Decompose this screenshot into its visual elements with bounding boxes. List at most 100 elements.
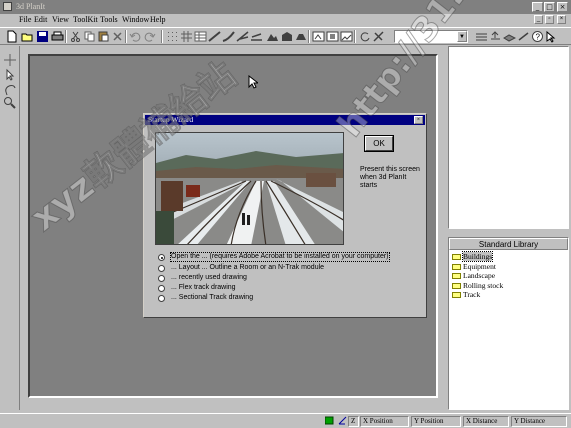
turnout-icon[interactable]: [236, 30, 249, 43]
option-label: ... recently used drawing: [171, 274, 247, 281]
app-icon[interactable]: [3, 2, 12, 11]
toolbar-separator: [125, 30, 127, 43]
object-icon[interactable]: [294, 30, 307, 43]
library-item-landscape[interactable]: Landscape: [449, 271, 568, 281]
radio-button[interactable]: [158, 265, 165, 272]
layer-select[interactable]: ▼: [394, 30, 468, 43]
table-icon[interactable]: [194, 30, 207, 43]
radio-button[interactable]: [158, 275, 165, 282]
layer-up-icon[interactable]: [489, 30, 502, 43]
menu-window[interactable]: Window: [122, 15, 149, 24]
layer-icon[interactable]: [503, 30, 516, 43]
startup-wizard-dialog: Startup Wizard × OK Present this screen …: [143, 113, 427, 318]
library-item-rolling-stock[interactable]: Rolling stock: [449, 281, 568, 291]
toolbar-separator: [161, 30, 163, 43]
option-sectional-track[interactable]: ... Sectional Track drawing: [158, 294, 398, 303]
redo-icon[interactable]: [143, 30, 156, 43]
straight-track-icon[interactable]: [208, 30, 221, 43]
left-tool-strip: [0, 46, 20, 410]
pointer-icon[interactable]: [3, 68, 17, 82]
menu-toolkit[interactable]: ToolKit: [73, 15, 98, 24]
option-open-manual[interactable]: Open the ... (requires Adobe Acrobat to …: [158, 252, 398, 262]
folder-icon: [452, 263, 461, 270]
zoom-icon[interactable]: [3, 96, 17, 110]
library-item-buildings[interactable]: Buildings: [449, 251, 568, 262]
open-folder-icon[interactable]: [21, 30, 34, 43]
option-label: Open the ... (requires Adobe Acrobat to …: [170, 252, 390, 262]
option-label: ... Layout ... Outline a Room or an N-Tr…: [171, 264, 325, 271]
option-new-layout[interactable]: ... Layout ... Outline a Room or an N-Tr…: [158, 264, 398, 273]
mdi-close-button[interactable]: ×: [557, 15, 566, 24]
cut-icon[interactable]: [69, 30, 82, 43]
present-on-start-checkbox-label[interactable]: Present this screen when 3d PlanIt start…: [360, 166, 424, 190]
flex-track-icon[interactable]: [250, 30, 263, 43]
ok-button[interactable]: OK: [364, 135, 394, 152]
x-position: X Position: [360, 416, 409, 427]
snap-icon[interactable]: [323, 416, 334, 427]
minimize-button[interactable]: _: [532, 2, 543, 12]
dropdown-arrow-icon[interactable]: ▼: [457, 31, 467, 42]
svg-text:?: ?: [536, 33, 541, 42]
curved-track-icon[interactable]: [222, 30, 235, 43]
toolbar-separator: [308, 30, 310, 43]
toolbar-separator: [65, 30, 67, 43]
option-label: ... Sectional Track drawing: [171, 294, 254, 301]
toolbar: ▼ ?: [0, 27, 571, 45]
y-distance: Y Distance: [511, 416, 567, 427]
align-icon[interactable]: [475, 30, 488, 43]
save-icon[interactable]: [36, 30, 49, 43]
view-image-icon[interactable]: [340, 30, 353, 43]
library-item-label: Landscape: [463, 271, 496, 280]
new-file-icon[interactable]: [5, 30, 18, 43]
menu-help[interactable]: Help: [150, 15, 166, 24]
library-title[interactable]: Standard Library: [449, 238, 568, 250]
preview-panel[interactable]: [448, 46, 569, 229]
maximize-button[interactable]: □: [544, 2, 555, 12]
menu-edit[interactable]: Edit: [34, 15, 47, 24]
context-help-icon[interactable]: [545, 30, 558, 43]
terrain-icon[interactable]: [266, 30, 279, 43]
dialog-close-button[interactable]: ×: [414, 116, 423, 124]
option-flex-track[interactable]: ... Flex track drawing: [158, 284, 398, 293]
option-label: ... Flex track drawing: [171, 284, 236, 291]
axis-icon[interactable]: [336, 416, 347, 427]
menu-view[interactable]: View: [52, 15, 69, 24]
menu-bar: File Edit View ToolKit Tools Window Help…: [0, 14, 571, 27]
library-item-equipment[interactable]: Equipment: [449, 262, 568, 272]
library-item-label: Track: [463, 290, 481, 299]
mdi-restore-button[interactable]: ▫: [545, 15, 554, 24]
print-icon[interactable]: [51, 30, 64, 43]
crosshair-icon[interactable]: [3, 53, 17, 67]
view-plan-icon[interactable]: [326, 30, 339, 43]
toolbar-separator: [354, 30, 356, 43]
lasso-icon[interactable]: [3, 82, 17, 96]
folder-icon: [452, 273, 461, 279]
option-recent-drawing[interactable]: ... recently used drawing: [158, 274, 398, 283]
library-item-track[interactable]: Track: [449, 290, 568, 300]
grid-dots-icon[interactable]: [166, 30, 179, 43]
x-distance: X Distance: [463, 416, 509, 427]
close-button[interactable]: ×: [557, 2, 568, 12]
mdi-minimize-button[interactable]: _: [534, 15, 543, 24]
radio-button[interactable]: [158, 285, 165, 292]
menu-tools[interactable]: Tools: [100, 15, 118, 24]
measure-icon[interactable]: [517, 30, 530, 43]
mouse-cursor-icon: [248, 74, 260, 91]
status-bar: Z X Position Y Position X Distance Y Dis…: [0, 413, 571, 428]
rotate-icon[interactable]: [358, 30, 371, 43]
paste-icon[interactable]: [97, 30, 110, 43]
tools-icon[interactable]: [372, 30, 385, 43]
copy-icon[interactable]: [83, 30, 96, 43]
view-3d-icon[interactable]: [312, 30, 325, 43]
menu-file[interactable]: File: [19, 15, 31, 24]
delete-icon[interactable]: [111, 30, 124, 43]
folder-icon: [452, 292, 461, 298]
vertical-splitter[interactable]: [438, 46, 446, 410]
help-icon[interactable]: ?: [531, 30, 544, 43]
grid-lines-icon[interactable]: [180, 30, 193, 43]
radio-button[interactable]: [158, 254, 165, 261]
radio-button[interactable]: [158, 295, 165, 302]
building-icon[interactable]: [280, 30, 293, 43]
library-list: Buildings Equipment Landscape Rolling st…: [449, 250, 568, 300]
undo-icon[interactable]: [129, 30, 142, 43]
